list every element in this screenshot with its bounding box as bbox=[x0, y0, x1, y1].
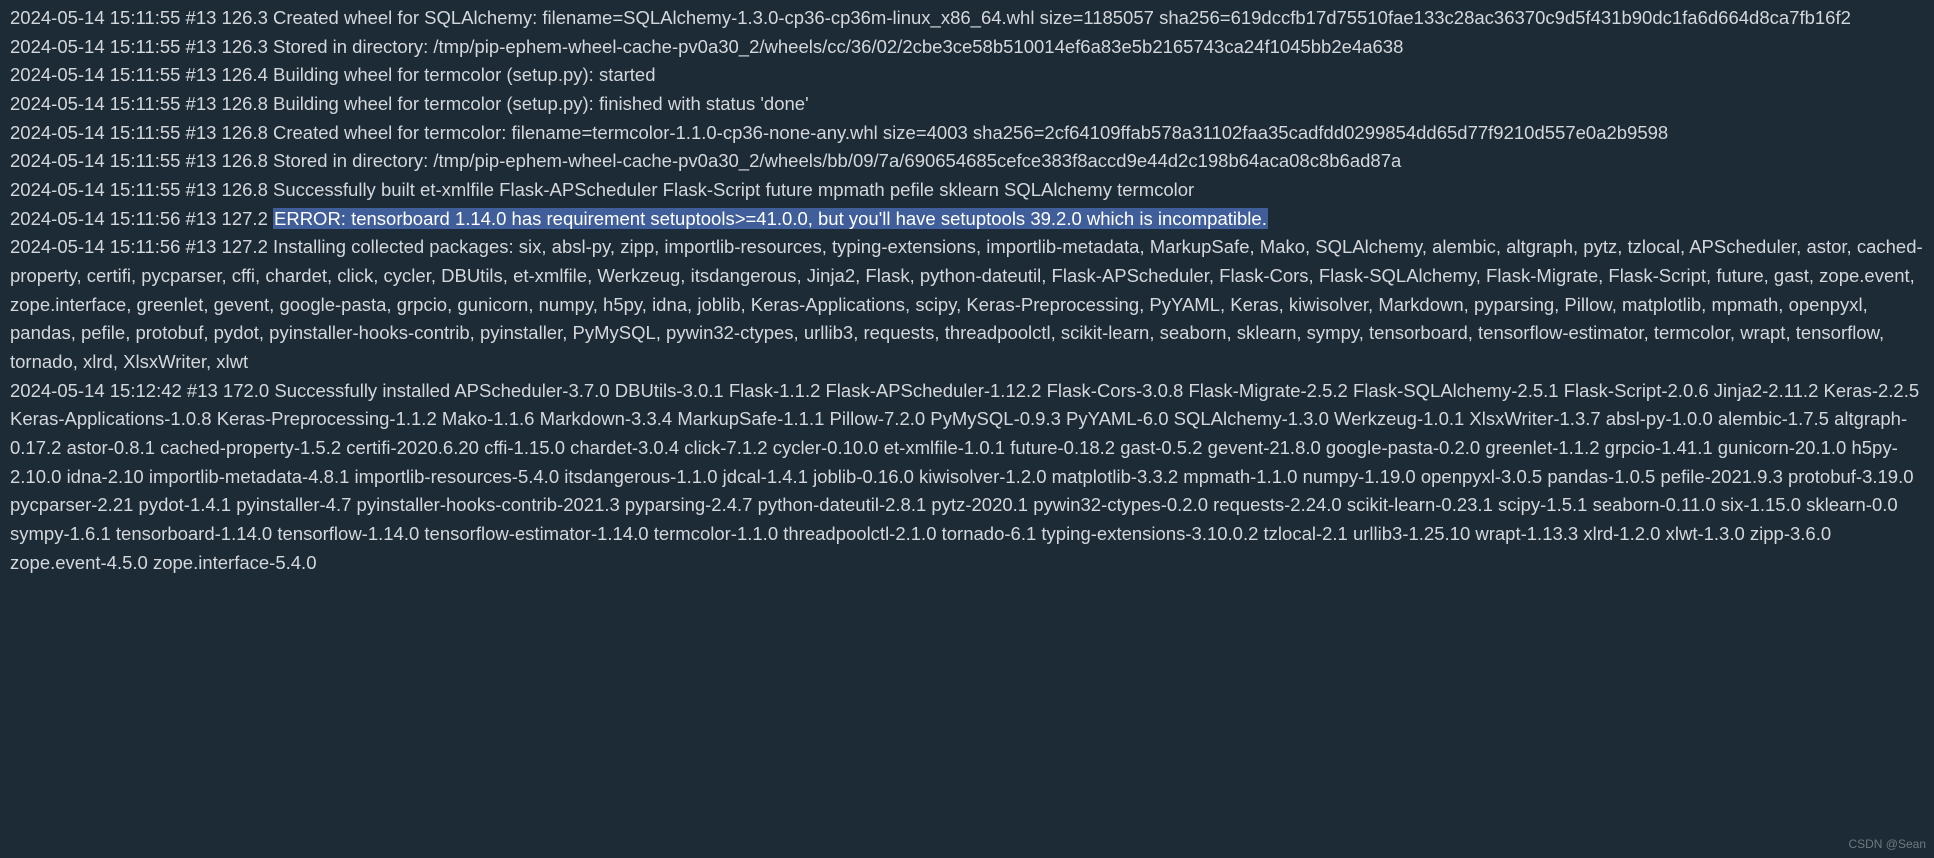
log-prefix: 2024-05-14 15:11:56 #13 127.2 bbox=[10, 208, 273, 229]
log-line: 2024-05-14 15:11:55 #13 126.8 Stored in … bbox=[10, 147, 1924, 176]
log-line: 2024-05-14 15:11:56 #13 127.2 Installing… bbox=[10, 233, 1924, 376]
log-line: 2024-05-14 15:11:55 #13 126.3 Stored in … bbox=[10, 33, 1924, 62]
log-output[interactable]: 2024-05-14 15:11:55 #13 126.3 Created wh… bbox=[10, 4, 1924, 577]
log-line: 2024-05-14 15:11:55 #13 126.8 Building w… bbox=[10, 90, 1924, 119]
watermark: CSDN @Sean bbox=[1848, 835, 1926, 854]
log-line: 2024-05-14 15:11:55 #13 126.3 Created wh… bbox=[10, 4, 1924, 33]
log-line: 2024-05-14 15:12:42 #13 172.0 Successful… bbox=[10, 377, 1924, 578]
log-line: 2024-05-14 15:11:55 #13 126.4 Building w… bbox=[10, 61, 1924, 90]
log-line: 2024-05-14 15:11:55 #13 126.8 Successful… bbox=[10, 176, 1924, 205]
log-error-highlight: ERROR: tensorboard 1.14.0 has requiremen… bbox=[273, 208, 1268, 229]
log-line: 2024-05-14 15:11:55 #13 126.8 Created wh… bbox=[10, 119, 1924, 148]
log-line: 2024-05-14 15:11:56 #13 127.2 ERROR: ten… bbox=[10, 205, 1924, 234]
